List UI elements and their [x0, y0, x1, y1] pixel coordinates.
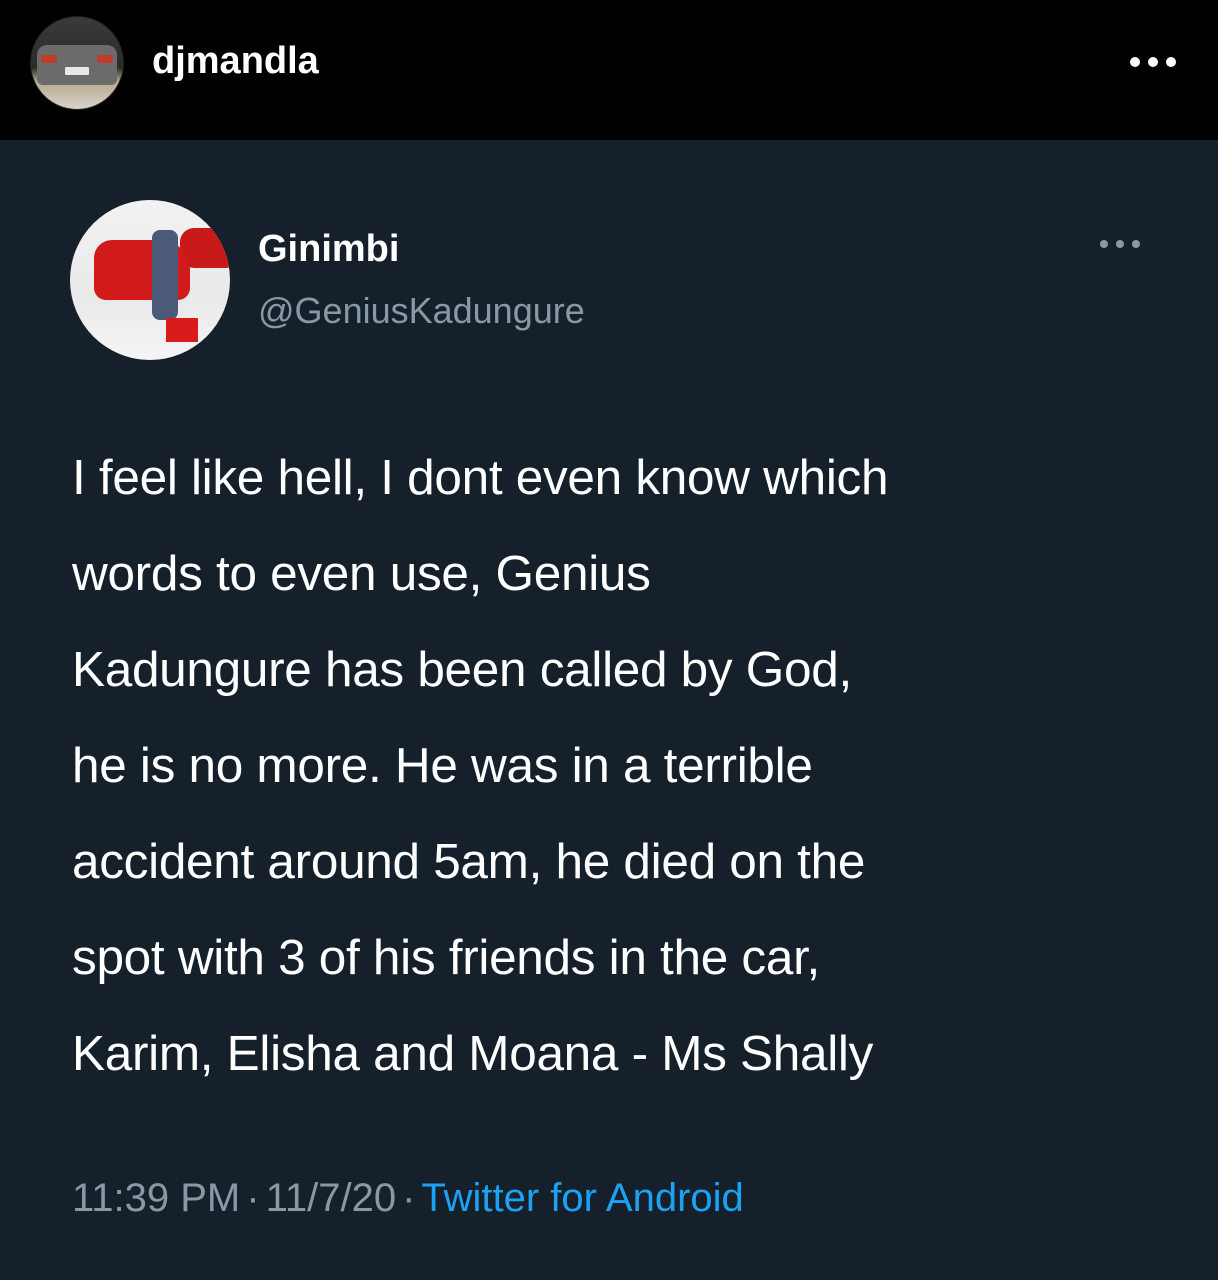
tweet-date[interactable]: 11/7/20 — [266, 1176, 397, 1220]
avatar-license-plate — [65, 67, 89, 75]
avatar-car-shape — [37, 45, 117, 85]
tweet-handle[interactable]: @GeniusKadungure — [258, 290, 585, 332]
tweet-screenshot: Ginimbi @GeniusKadungure I feel like hel… — [0, 140, 1218, 1280]
avatar-tail-lamp-left — [41, 55, 57, 63]
more-horizontal-icon[interactable] — [1128, 46, 1178, 76]
meta-separator: · — [402, 1176, 416, 1220]
instagram-avatar[interactable] — [30, 16, 124, 110]
tweet-source-link[interactable]: Twitter for Android — [421, 1176, 743, 1220]
tweet-time[interactable]: 11:39 PM — [72, 1176, 240, 1220]
avatar-red-bag — [166, 318, 198, 342]
tweet-body-text: I feel like hell, I dont even know which… — [72, 450, 889, 1081]
tweet-metadata: 11:39 PM · 11/7/20 · Twitter for Android — [72, 1176, 744, 1221]
more-horizontal-icon[interactable] — [1098, 236, 1142, 252]
instagram-username[interactable]: djmandla — [152, 40, 319, 83]
tweet-author-avatar[interactable] — [70, 200, 230, 360]
meta-separator: · — [246, 1176, 260, 1220]
avatar-tail-lamp-right — [97, 55, 113, 63]
avatar-person — [152, 230, 178, 320]
tweet-display-name[interactable]: Ginimbi — [258, 228, 399, 271]
instagram-post-header: djmandla — [0, 0, 1218, 140]
